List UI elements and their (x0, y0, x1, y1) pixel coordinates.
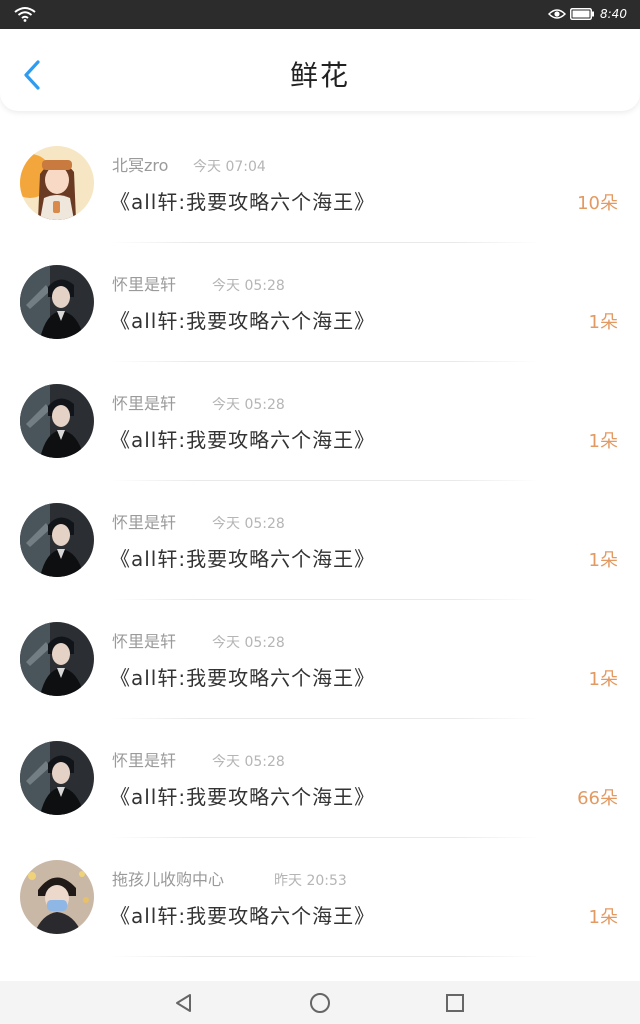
flower-count: 1朵 (588, 907, 618, 928)
flower-count: 10朵 (577, 193, 618, 214)
list-item[interactable]: 怀里是轩 今天 05:28 《all轩:我要攻略六个海王》 1朵 (0, 364, 640, 483)
header: 鲜花 (0, 29, 640, 111)
avatar-boy[interactable] (20, 384, 94, 458)
user-name[interactable]: 怀里是轩 (112, 751, 176, 771)
back-triangle-icon[interactable] (172, 991, 196, 1015)
avatar-boy-mask[interactable] (20, 860, 94, 934)
reward-time: 今天 05:28 (212, 635, 285, 651)
flower-count: 1朵 (588, 431, 618, 452)
divider (110, 599, 540, 600)
screen: 8:40 鲜花 北冥zro 今天 07:04 《all轩:我要攻略六个海王》 1… (0, 0, 640, 1024)
user-name[interactable]: 怀里是轩 (112, 394, 176, 414)
book-title[interactable]: 《all轩:我要攻略六个海王》 (110, 665, 375, 691)
reward-time: 昨天 20:53 (274, 873, 347, 889)
recents-square-icon[interactable] (443, 991, 467, 1015)
user-name[interactable]: 怀里是轩 (112, 632, 176, 652)
user-name[interactable]: 北冥zro (112, 156, 168, 176)
reward-time: 今天 05:28 (212, 516, 285, 532)
status-time: 8:40 (600, 7, 627, 21)
divider (110, 242, 540, 243)
battery-icon (570, 8, 594, 20)
flower-count: 66朵 (577, 788, 618, 809)
avatar-girl[interactable] (20, 146, 94, 220)
system-nav-bar (0, 981, 640, 1024)
book-title[interactable]: 《all轩:我要攻略六个海王》 (110, 546, 375, 572)
list-item[interactable]: 怀里是轩 今天 05:28 《all轩:我要攻略六个海王》 1朵 (0, 245, 640, 364)
avatar-boy[interactable] (20, 622, 94, 696)
page-title: 鲜花 (289, 59, 350, 92)
avatar-boy[interactable] (20, 503, 94, 577)
list-item[interactable]: 怀里是轩 今天 05:28 《all轩:我要攻略六个海王》 1朵 (0, 483, 640, 602)
flower-count: 1朵 (588, 550, 618, 571)
list-item[interactable]: 拖孩儿收购中心 昨天 20:53 《all轩:我要攻略六个海王》 1朵 (0, 840, 640, 959)
divider (110, 956, 540, 957)
user-name[interactable]: 怀里是轩 (112, 275, 176, 295)
list-item[interactable]: 怀里是轩 今天 05:28 《all轩:我要攻略六个海王》 66朵 (0, 721, 640, 840)
book-title[interactable]: 《all轩:我要攻略六个海王》 (110, 189, 375, 215)
divider (110, 837, 540, 838)
book-title[interactable]: 《all轩:我要攻略六个海王》 (110, 903, 375, 929)
divider (110, 361, 540, 362)
wifi-icon (14, 7, 36, 22)
divider (110, 718, 540, 719)
book-title[interactable]: 《all轩:我要攻略六个海王》 (110, 308, 375, 334)
list-item[interactable]: 怀里是轩 今天 05:28 《all轩:我要攻略六个海王》 1朵 (0, 602, 640, 721)
status-bar: 8:40 (0, 0, 640, 29)
flower-count: 1朵 (588, 312, 618, 333)
book-title[interactable]: 《all轩:我要攻略六个海王》 (110, 784, 375, 810)
reward-time: 今天 05:28 (212, 754, 285, 770)
home-circle-icon[interactable] (308, 991, 332, 1015)
book-title[interactable]: 《all轩:我要攻略六个海王》 (110, 427, 375, 453)
flower-count: 1朵 (588, 669, 618, 690)
avatar-boy[interactable] (20, 265, 94, 339)
flower-list[interactable]: 北冥zro 今天 07:04 《all轩:我要攻略六个海王》 10朵 怀里是轩 (0, 126, 640, 981)
list-item[interactable]: 北冥zro 今天 07:04 《all轩:我要攻略六个海王》 10朵 (0, 126, 640, 245)
user-name[interactable]: 拖孩儿收购中心 (112, 870, 224, 890)
eye-icon (548, 9, 566, 19)
reward-time: 今天 05:28 (212, 278, 285, 294)
divider (110, 480, 540, 481)
reward-time: 今天 05:28 (212, 397, 285, 413)
user-name[interactable]: 怀里是轩 (112, 513, 176, 533)
avatar-boy[interactable] (20, 741, 94, 815)
reward-time: 今天 07:04 (193, 159, 266, 175)
